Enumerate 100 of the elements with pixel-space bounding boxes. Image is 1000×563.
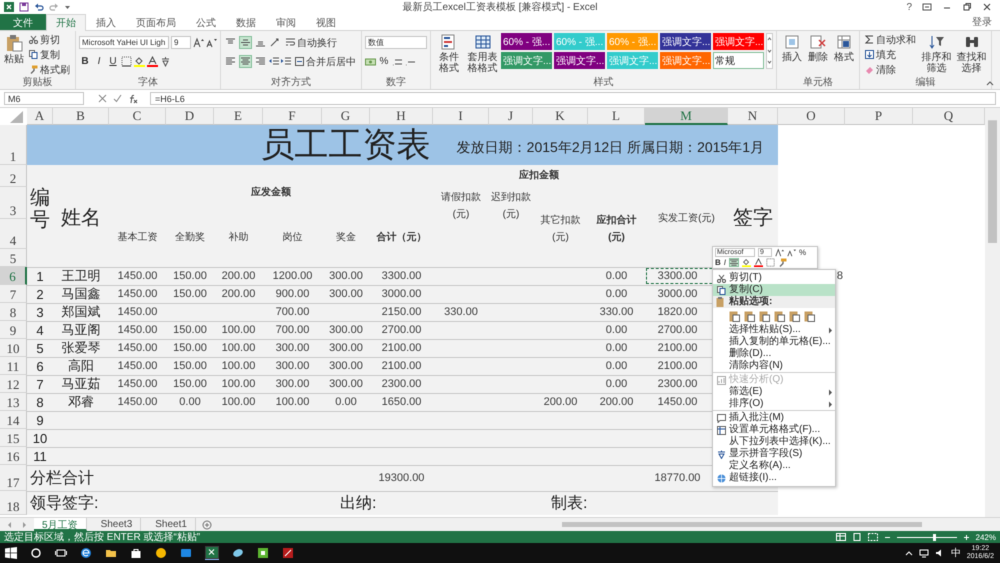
square-app-icon[interactable]	[257, 547, 269, 559]
row-header[interactable]: 10	[0, 339, 27, 357]
increase-decimal-icon[interactable]	[392, 56, 403, 66]
ribbon-tab[interactable]: 视图	[306, 14, 346, 30]
menu-item[interactable]: 超链接(I)...	[713, 472, 835, 484]
menu-item[interactable]: 删除(D)...	[713, 348, 835, 360]
currency-icon[interactable]	[365, 56, 376, 66]
column-header[interactable]: G	[322, 108, 370, 125]
row-header[interactable]: 1	[0, 125, 27, 165]
gallery-scroll-icon[interactable]	[766, 33, 773, 69]
menu-item[interactable]: 清除内容(N)	[713, 360, 835, 372]
conditional-formatting-button[interactable]: 条件格式	[434, 33, 464, 75]
cell-style-button[interactable]: 60% - 强...	[501, 33, 552, 50]
row-header[interactable]: 6	[0, 267, 27, 285]
column-header[interactable]: L	[588, 108, 645, 125]
row-header[interactable]: 2	[0, 165, 27, 187]
column-header[interactable]: P	[845, 108, 913, 125]
column-header[interactable]: J	[489, 108, 533, 125]
cell-style-button[interactable]: 强调文字...	[660, 33, 711, 50]
add-sheet-icon[interactable]	[202, 520, 212, 530]
wrap-text-button[interactable]: 自动换行	[284, 36, 339, 49]
function-icon[interactable]	[128, 94, 138, 104]
column-header[interactable]: M	[645, 108, 728, 125]
clear-button[interactable]: 清除	[863, 63, 918, 76]
row-header[interactable]: 17	[0, 465, 27, 491]
column-header[interactable]: I	[433, 108, 489, 125]
chevron-up-icon[interactable]	[904, 549, 913, 557]
menu-item[interactable]: 定义名称(A)...	[713, 460, 835, 472]
paste-option-icon[interactable]	[729, 310, 740, 322]
spreadsheet-app-icon[interactable]	[205, 546, 219, 560]
bird-app-icon[interactable]	[232, 547, 244, 559]
column-header[interactable]: K	[533, 108, 588, 125]
cancel-icon[interactable]	[98, 94, 107, 103]
ribbon-tab[interactable]: 数据	[226, 14, 266, 30]
increase-indent-icon[interactable]	[281, 57, 291, 66]
restore-icon[interactable]	[962, 2, 972, 12]
paste-button[interactable]: 粘贴	[3, 33, 25, 66]
paste-option-icon[interactable]	[789, 310, 800, 322]
italic-button[interactable]: I	[93, 55, 105, 68]
cut-button[interactable]: 剪切	[27, 33, 72, 46]
task-view-icon[interactable]	[55, 547, 67, 559]
menu-item[interactable]: 筛选(E)	[713, 386, 835, 398]
phonetic-icon[interactable]	[160, 56, 171, 67]
slider-thumb[interactable]	[932, 534, 936, 540]
insert-cells-button[interactable]: 插入	[780, 33, 804, 64]
format-cells-button[interactable]: 格式	[832, 33, 856, 64]
fill-color-icon[interactable]	[742, 258, 752, 267]
menu-item[interactable]: 选择性粘贴(S)...	[713, 324, 835, 336]
menu-item[interactable]: 排序(O)	[713, 398, 835, 410]
percent-button[interactable]: %	[378, 55, 390, 68]
menu-item[interactable]: 设置单元格格式(F)...	[713, 424, 835, 436]
menu-item[interactable]: 从下拉列表中选择(K)...	[713, 436, 835, 448]
sign-in-link[interactable]: 登录	[972, 15, 1000, 29]
copy-button[interactable]: 复制	[27, 48, 72, 61]
font-color-icon[interactable]	[754, 258, 764, 267]
zoom-in-icon[interactable]	[962, 534, 970, 540]
circle-app-icon[interactable]	[155, 547, 167, 559]
ribbon-tab[interactable]: 审阅	[266, 14, 306, 30]
center-align-button[interactable]	[729, 258, 740, 267]
italic-button[interactable]: I	[724, 258, 726, 267]
font-name-field[interactable]: Microsoft YaHei UI Ligh	[79, 36, 169, 49]
number-format-field[interactable]: 数值	[365, 36, 427, 49]
menu-item[interactable]: 显示拼音字段(S)	[713, 448, 835, 460]
save-icon[interactable]	[19, 2, 29, 12]
font-color-icon[interactable]	[147, 56, 158, 67]
column-header[interactable]: E	[214, 108, 263, 125]
shrink-font-icon[interactable]	[206, 37, 217, 48]
delete-cells-button[interactable]: 删除	[806, 33, 830, 64]
sort-filter-button[interactable]: 排序和筛选	[920, 33, 953, 75]
menu-item[interactable]: 复制(C)	[713, 284, 835, 296]
sheet-tab[interactable]: 5月工资	[34, 518, 87, 531]
border-icon[interactable]	[766, 258, 776, 267]
row-header[interactable]: 8	[0, 303, 27, 321]
column-header[interactable]: O	[778, 108, 845, 125]
ribbon-tab[interactable]: 开始	[46, 14, 86, 31]
cell-style-button[interactable]: 强调文字...	[713, 33, 764, 50]
ribbon-tab[interactable]: 页面布局	[126, 14, 186, 30]
format-painter-button[interactable]: 格式刷	[27, 63, 72, 76]
vertical-align-button[interactable]	[239, 36, 252, 49]
zoom-level[interactable]: 242%	[976, 532, 996, 542]
grow-font-icon[interactable]	[193, 37, 204, 48]
row-header[interactable]: 18	[0, 491, 27, 515]
column-header[interactable]: D	[166, 108, 214, 125]
paste-option-icon[interactable]	[759, 310, 770, 322]
vertical-scrollbar[interactable]	[985, 108, 1000, 517]
row-header[interactable]: 3	[0, 187, 27, 219]
row-header[interactable]: 16	[0, 447, 27, 465]
grow-font-icon[interactable]	[775, 248, 784, 257]
column-header[interactable]: Q	[913, 108, 985, 125]
bold-button[interactable]: B	[79, 55, 91, 68]
column-header[interactable]: H	[370, 108, 433, 125]
help-button[interactable]: ?	[906, 2, 912, 12]
column-header[interactable]: N	[728, 108, 778, 125]
windows-logo-icon[interactable]	[5, 547, 17, 559]
name-box[interactable]: M6	[4, 92, 84, 105]
menu-item[interactable]: 插入复制的单元格(E)...	[713, 336, 835, 348]
check-icon[interactable]	[113, 94, 122, 103]
menu-item[interactable]: 剪切(T)	[713, 272, 835, 284]
input-method-indicator[interactable]: 中	[950, 546, 961, 560]
merge-center-button[interactable]: 合并后居中	[293, 55, 358, 68]
